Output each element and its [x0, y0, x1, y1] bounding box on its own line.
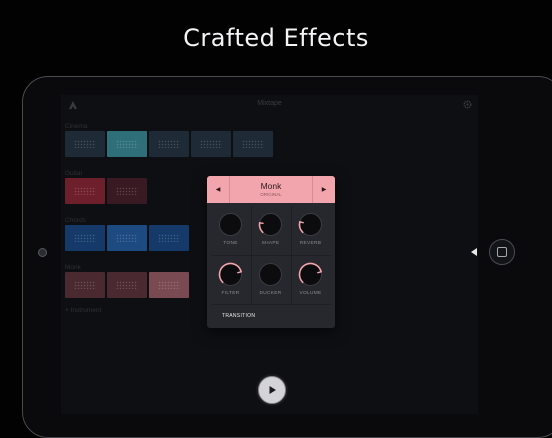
- pattern-cell[interactable]: [275, 131, 315, 157]
- pattern-cell[interactable]: [65, 178, 105, 204]
- panel-toggle-arrow-icon[interactable]: [471, 248, 477, 256]
- home-button[interactable]: [489, 239, 515, 265]
- pattern-cell[interactable]: [65, 225, 105, 251]
- knob-label: SHAPE: [261, 241, 280, 246]
- pattern-dots: [158, 140, 180, 148]
- knob-label: VOLUME: [299, 291, 322, 296]
- knob-dial-icon: [218, 262, 242, 286]
- pattern-cell[interactable]: [233, 131, 273, 157]
- pattern-cell[interactable]: [149, 272, 189, 298]
- pattern-cell[interactable]: [149, 131, 189, 157]
- knob-ducker[interactable]: DUCKER: [251, 258, 290, 304]
- pattern-cell[interactable]: [191, 131, 231, 157]
- track-label[interactable]: Cinema: [65, 123, 87, 130]
- knob-dial-icon: [298, 262, 322, 286]
- pattern-cell[interactable]: [149, 225, 189, 251]
- pattern-dots: [116, 234, 138, 242]
- pattern-cell[interactable]: [107, 225, 147, 251]
- pattern-dots: [242, 140, 264, 148]
- knob-tone[interactable]: TONE: [211, 208, 250, 254]
- knob-label: FILTER: [221, 291, 240, 296]
- pattern-dots: [74, 234, 96, 242]
- pattern-dots: [200, 140, 222, 148]
- front-camera-dot: [38, 248, 47, 257]
- knob-dial-icon: [219, 213, 242, 236]
- knob-dial-icon: [259, 263, 282, 286]
- preset-selector: ◀ Monk ORIGINAL ▶: [207, 176, 335, 203]
- pattern-dots: [74, 187, 96, 195]
- knob-label: DUCKER: [259, 291, 282, 296]
- pattern-cell[interactable]: [65, 131, 105, 157]
- knob-dial-icon: [298, 213, 322, 236]
- pattern-dots: [116, 281, 138, 289]
- preset-name: Monk: [260, 181, 282, 191]
- settings-gear-icon[interactable]: [463, 100, 472, 109]
- effects-popup: ◀ Monk ORIGINAL ▶ TONE SHAPE REVERB FILTER D…: [207, 176, 335, 328]
- transition-label[interactable]: TRANSITION: [222, 313, 255, 319]
- pattern-dots: [158, 234, 180, 242]
- pattern-cell[interactable]: [65, 272, 105, 298]
- pattern-dots: [74, 281, 96, 289]
- track-label[interactable]: Monk: [65, 264, 81, 271]
- pattern-cell[interactable]: [149, 178, 189, 204]
- grid-divider: [211, 304, 331, 305]
- knob-shape[interactable]: SHAPE: [251, 208, 290, 254]
- pattern-cell[interactable]: [107, 272, 147, 298]
- previous-preset-button[interactable]: ◀: [207, 176, 230, 203]
- add-instrument-button[interactable]: + Instrument: [65, 307, 101, 314]
- pattern-dots: [74, 140, 96, 148]
- play-button[interactable]: [258, 376, 286, 404]
- pattern-cell[interactable]: [107, 178, 147, 204]
- pattern-dots: [116, 187, 138, 195]
- track-label[interactable]: Chords: [65, 217, 86, 224]
- preset-subtitle: ORIGINAL: [260, 192, 282, 197]
- effect-knob-grid: TONE SHAPE REVERB FILTER DUCKER VOLUME: [211, 206, 331, 300]
- pattern-dots: [116, 140, 138, 148]
- app-title: Mixtape: [257, 100, 282, 107]
- headline: Crafted Effects: [183, 24, 369, 52]
- knob-label: TONE: [223, 241, 238, 246]
- knob-dial-icon: [258, 213, 282, 236]
- pattern-cell[interactable]: [107, 131, 147, 157]
- top-bar: Mixtape: [61, 95, 478, 115]
- knob-reverb[interactable]: REVERB: [291, 208, 330, 254]
- knob-label: REVERB: [299, 241, 322, 246]
- knob-volume[interactable]: VOLUME: [291, 258, 330, 304]
- next-preset-button[interactable]: ▶: [312, 176, 335, 203]
- play-icon: [269, 386, 276, 394]
- home-square-icon: [497, 247, 507, 257]
- pattern-dots: [158, 281, 180, 289]
- knob-filter[interactable]: FILTER: [211, 258, 250, 304]
- track-label[interactable]: Guitar: [65, 170, 83, 177]
